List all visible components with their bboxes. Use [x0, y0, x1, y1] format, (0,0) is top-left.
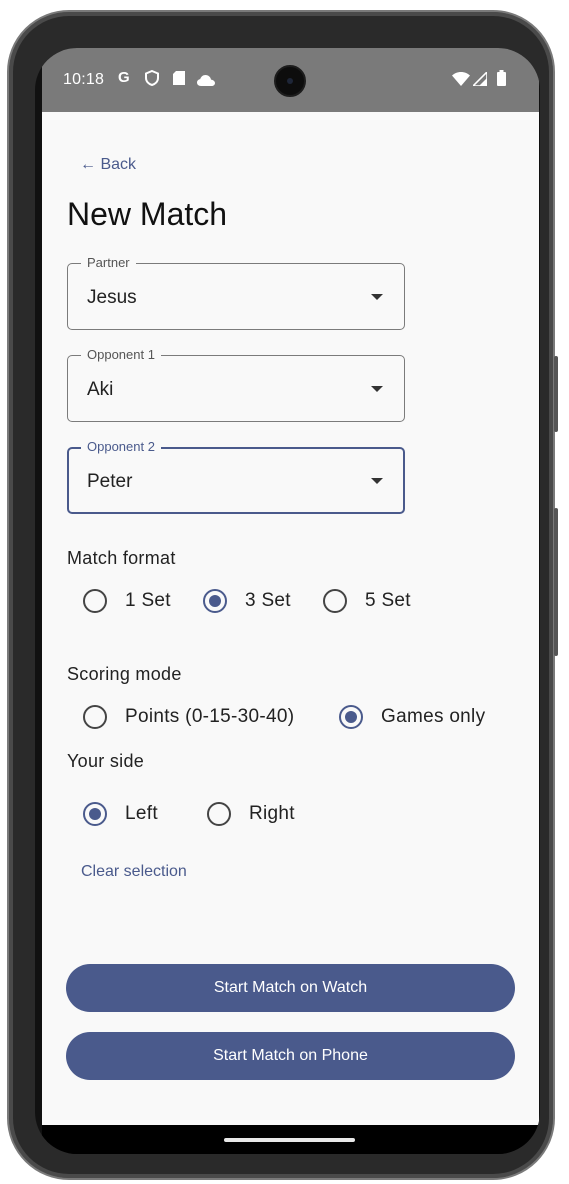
opponent1-dropdown[interactable]: Opponent 1 Aki	[67, 347, 405, 422]
opponent1-label: Opponent 1	[81, 347, 161, 363]
sd-card-icon	[173, 71, 185, 89]
partner-value: Jesus	[87, 287, 137, 308]
home-indicator[interactable]	[224, 1138, 355, 1142]
status-time: 10:18	[63, 71, 105, 88]
radio-label: Right	[249, 803, 295, 824]
dropdown-arrow-icon	[371, 478, 383, 484]
radio-label: 3 Set	[245, 590, 291, 611]
front-camera	[274, 65, 306, 97]
cloud-icon	[197, 73, 215, 90]
shield-icon	[145, 69, 159, 90]
radio-label: Games only	[381, 706, 486, 727]
opponent1-value: Aki	[87, 379, 114, 400]
radio-button-icon	[207, 802, 231, 826]
start-match-watch-button[interactable]: Start Match on Watch	[66, 964, 515, 1012]
radio-button-selected-icon	[83, 802, 107, 826]
signal-icon	[471, 70, 488, 90]
partner-dropdown[interactable]: Partner Jesus	[67, 255, 405, 330]
radio-label: 1 Set	[125, 590, 171, 611]
start-match-phone-button[interactable]: Start Match on Phone	[66, 1032, 515, 1080]
opponent2-label: Opponent 2	[81, 439, 161, 455]
radio-button-selected-icon	[203, 589, 227, 613]
back-button[interactable]: ← Back	[80, 156, 136, 174]
dropdown-arrow-icon	[371, 294, 383, 300]
radio-label: 5 Set	[365, 590, 411, 611]
partner-label: Partner	[81, 255, 136, 271]
app-screen: ← Back New Match Partner Jesus Opponent …	[42, 112, 539, 1125]
radio-label: Points (0-15-30-40)	[125, 706, 295, 727]
status-bar: 10:18 G	[42, 48, 539, 112]
radio-label: Left	[125, 803, 158, 824]
radio-button-icon	[83, 589, 107, 613]
your-side-label: Your side	[67, 751, 145, 771]
clear-selection-button[interactable]: Clear selection	[81, 863, 187, 881]
radio-button-icon	[323, 589, 347, 613]
opponent2-dropdown[interactable]: Opponent 2 Peter	[67, 439, 405, 514]
radio-button-icon	[83, 705, 107, 729]
battery-icon	[497, 70, 506, 90]
match-format-label: Match format	[67, 548, 176, 568]
navigation-bar	[42, 1125, 539, 1154]
wifi-icon	[452, 72, 470, 90]
page-title: New Match	[67, 196, 228, 232]
power-button	[554, 356, 558, 432]
phone-bezel: 10:18 G ← Back New Match Partner Jesus O…	[35, 48, 540, 1154]
phone-frame: 10:18 G ← Back New Match Partner Jesus O…	[7, 10, 558, 1180]
radio-button-selected-icon	[339, 705, 363, 729]
google-g-icon: G	[118, 69, 130, 86]
scoring-mode-label: Scoring mode	[67, 664, 182, 684]
opponent2-value: Peter	[87, 471, 133, 492]
dropdown-arrow-icon	[371, 386, 383, 392]
volume-buttons	[554, 508, 558, 656]
